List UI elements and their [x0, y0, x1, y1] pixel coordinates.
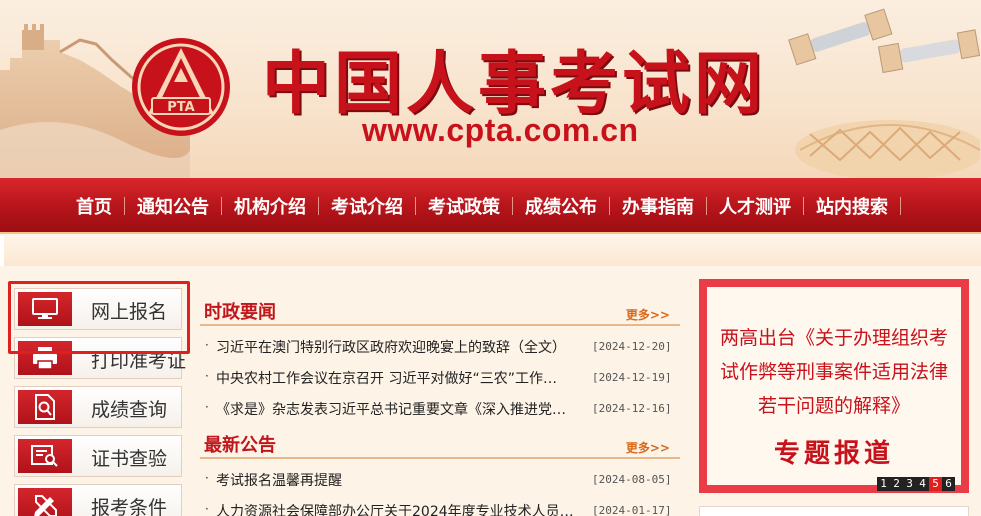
notice-item[interactable]: · 考试报名温馨再提醒 [2024-08-05] — [200, 465, 680, 496]
notice-item-title[interactable]: 人力资源社会保障部办公厅关于2024年度专业技术人员职… — [216, 501, 576, 516]
nav-divider — [512, 197, 513, 215]
political-news-list: · 习近平在澳门特别行政区政府欢迎晚宴上的致辞（全文） [2024-12-20]… — [200, 326, 680, 425]
banner-pager: 1 2 3 4 5 6 — [877, 477, 955, 491]
pager-page-1[interactable]: 1 — [877, 477, 890, 491]
print-admission-ticket-button[interactable]: 打印准考证 — [14, 337, 186, 379]
monitor-icon — [18, 292, 72, 326]
pager-page-5-active[interactable]: 5 — [929, 477, 942, 491]
nav-divider — [706, 197, 707, 215]
bullet: · — [205, 369, 209, 383]
special-report-banner[interactable]: 两高出台《关于办理组织考试作弊等刑事案件适用法律若干问题的解释》 专题报道 — [699, 279, 969, 493]
bullet: · — [205, 338, 209, 352]
latest-notices-header: 最新公告 更多>> — [200, 425, 680, 459]
pager-page-6[interactable]: 6 — [942, 477, 955, 491]
news-item-title[interactable]: 中央农村工作会议在京召开 习近平对做好“三农”工作… — [216, 368, 576, 388]
notice-item[interactable]: · 人力资源社会保障部办公厅关于2024年度专业技术人员职… [2024-01-… — [200, 496, 680, 516]
bullet: · — [205, 471, 209, 485]
nav-divider — [803, 197, 804, 215]
nav-divider — [221, 197, 222, 215]
pager-page-2[interactable]: 2 — [890, 477, 903, 491]
nav-exams[interactable]: 考试介绍 — [319, 193, 415, 219]
certificate-verify-button[interactable]: 证书查验 — [14, 435, 182, 477]
right-panel-below — [699, 506, 969, 516]
online-registration-button[interactable]: 网上报名 — [14, 288, 182, 330]
pager-page-3[interactable]: 3 — [903, 477, 916, 491]
certificate-verify-label: 证书查验 — [91, 448, 168, 470]
print-admission-ticket-label: 打印准考证 — [91, 350, 187, 372]
political-news-header: 时政要闻 更多>> — [200, 292, 680, 326]
bullet: · — [205, 502, 209, 516]
political-news-title: 时政要闻 — [204, 302, 276, 323]
pta-logo: PTA — [132, 38, 230, 136]
nav-search[interactable]: 站内搜索 — [804, 193, 900, 219]
special-report-card: 两高出台《关于办理组织考试作弊等刑事案件适用法律若干问题的解释》 专题报道 — [707, 287, 961, 485]
pager-page-4[interactable]: 4 — [916, 477, 929, 491]
main-navbar: 首页 通知公告 机构介绍 考试介绍 考试政策 成绩公布 办事指南 人才测评 站内… — [0, 178, 981, 234]
eligibility-button[interactable]: 报考条件 — [14, 484, 182, 516]
nav-divider — [900, 197, 901, 215]
news-item-date: [2024-12-16] — [592, 402, 672, 415]
nav-divider — [318, 197, 319, 215]
nav-about[interactable]: 机构介绍 — [222, 193, 318, 219]
logo-text: PTA — [167, 100, 194, 115]
news-item[interactable]: · 《求是》杂志发表习近平总书记重要文章《深入推进党的… [2024-12-16… — [200, 394, 680, 425]
notice-item-date: [2024-08-05] — [592, 473, 672, 486]
certificate-search-icon — [18, 439, 72, 473]
score-query-button[interactable]: 成绩查询 — [14, 386, 182, 428]
nav-talent[interactable]: 人才测评 — [707, 193, 803, 219]
quick-links-sidebar: 网上报名 打印准考证 成绩查询 证书查验 报考条件 — [14, 288, 186, 516]
news-item-date: [2024-12-20] — [592, 340, 672, 353]
bullet: · — [205, 400, 209, 414]
sub-nav-edge — [0, 236, 4, 266]
header-banner: PTA 中国人事考试网 www.cpta.com.cn — [0, 0, 981, 178]
score-query-label: 成绩查询 — [91, 399, 168, 421]
latest-notices-title: 最新公告 — [204, 435, 276, 456]
political-news-more-link[interactable]: 更多>> — [626, 306, 670, 323]
search-document-icon — [18, 390, 72, 424]
news-item-title[interactable]: 习近平在澳门特别行政区政府欢迎晚宴上的致辞（全文） — [216, 337, 576, 357]
special-report-headline: 两高出台《关于办理组织考试作弊等刑事案件适用法律若干问题的解释》 — [719, 327, 948, 417]
sub-nav-strip — [0, 236, 981, 266]
nav-list: 首页 通知公告 机构介绍 考试介绍 考试政策 成绩公布 办事指南 人才测评 站内… — [64, 178, 901, 234]
nav-divider — [415, 197, 416, 215]
news-column: 时政要闻 更多>> · 习近平在澳门特别行政区政府欢迎晚宴上的致辞（全文） [2… — [200, 292, 680, 516]
latest-notices-list: · 考试报名温馨再提醒 [2024-08-05] · 人力资源社会保障部办公厅关… — [200, 459, 680, 516]
notice-item-title[interactable]: 考试报名温馨再提醒 — [216, 470, 576, 490]
latest-notices-more-link[interactable]: 更多>> — [626, 439, 670, 456]
news-item[interactable]: · 中央农村工作会议在京召开 习近平对做好“三农”工作… [2024-12-19… — [200, 363, 680, 394]
printer-icon — [18, 341, 72, 375]
birds-nest-decoration — [795, 120, 980, 178]
online-registration-label: 网上报名 — [91, 301, 168, 323]
nav-divider — [609, 197, 610, 215]
site-url: www.cpta.com.cn — [362, 112, 639, 148]
nav-scores[interactable]: 成绩公布 — [513, 193, 609, 219]
nav-divider — [124, 197, 125, 215]
news-item[interactable]: · 习近平在澳门特别行政区政府欢迎晚宴上的致辞（全文） [2024-12-20] — [200, 332, 680, 363]
nav-guide[interactable]: 办事指南 — [610, 193, 706, 219]
news-item-title[interactable]: 《求是》杂志发表习近平总书记重要文章《深入推进党的… — [216, 399, 576, 419]
news-item-date: [2024-12-19] — [592, 371, 672, 384]
nav-notices[interactable]: 通知公告 — [125, 193, 221, 219]
pencil-ruler-icon — [18, 488, 72, 516]
special-report-label: 专题报道 — [773, 439, 894, 469]
eligibility-label: 报考条件 — [91, 497, 168, 516]
notice-item-date: [2024-01-17] — [592, 504, 672, 516]
nav-home[interactable]: 首页 — [64, 193, 124, 219]
nav-policies[interactable]: 考试政策 — [416, 193, 512, 219]
